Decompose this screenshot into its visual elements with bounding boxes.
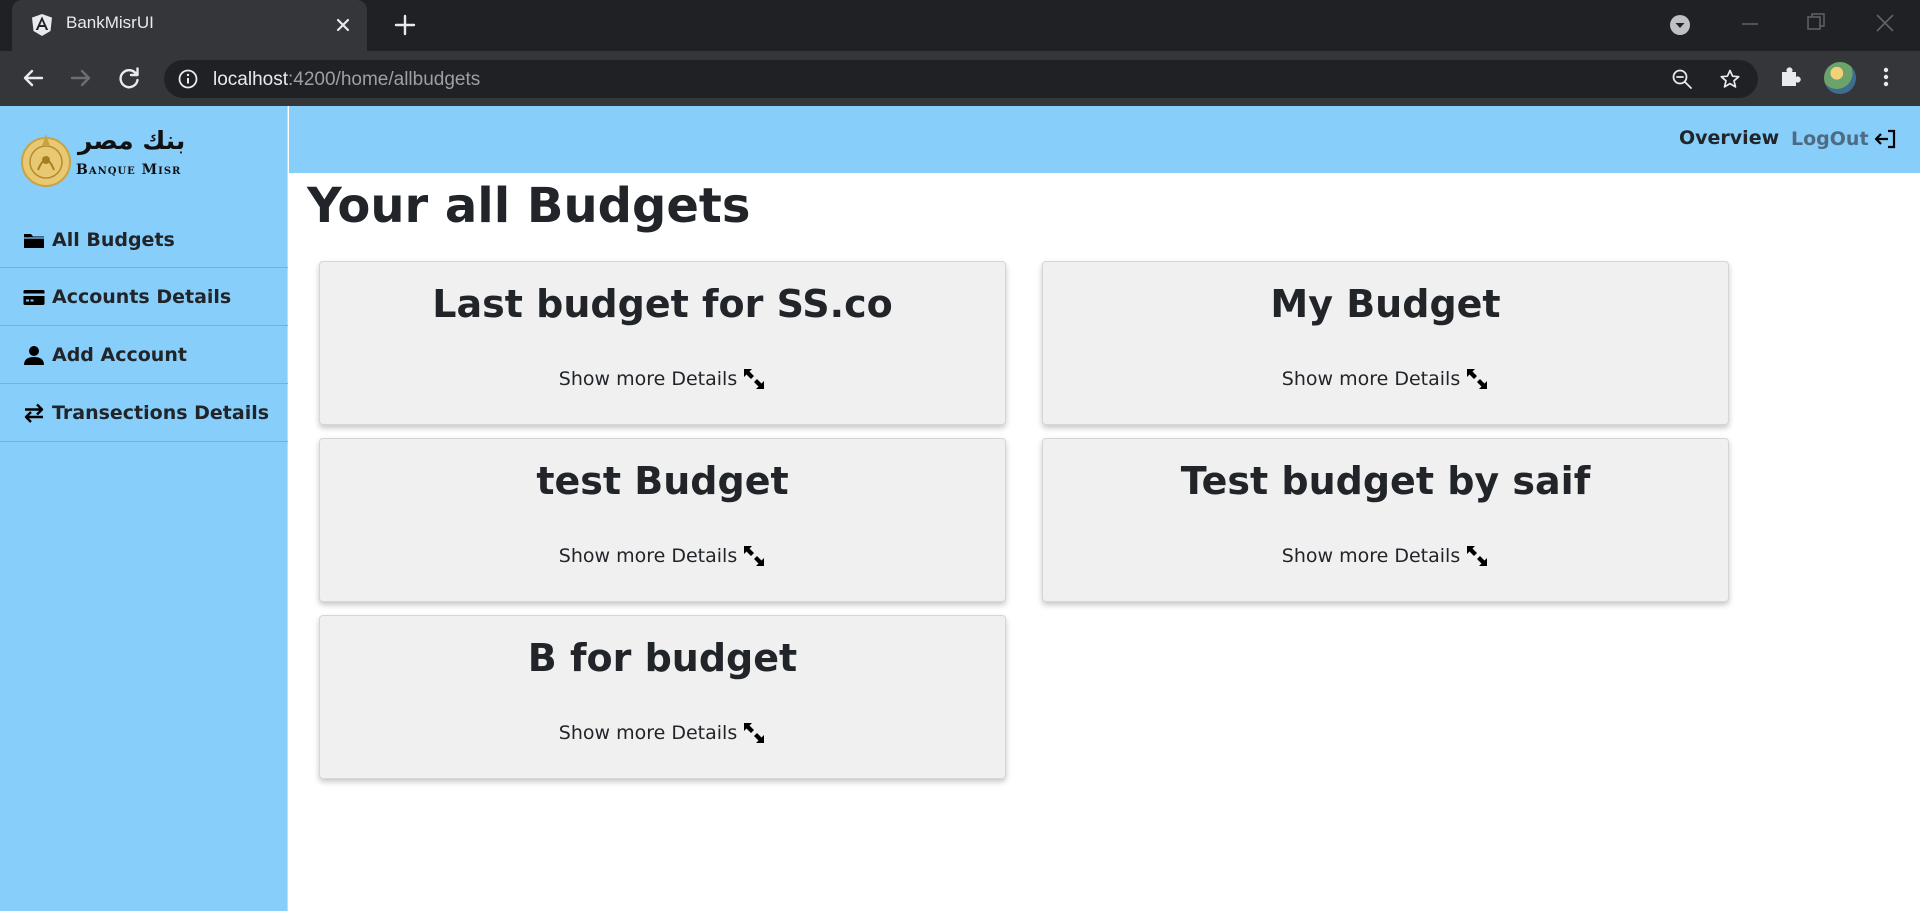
credit-card-icon xyxy=(23,289,45,305)
show-more-details-label: Show more Details xyxy=(1281,368,1461,390)
restore-window-icon[interactable] xyxy=(1804,10,1828,34)
budget-card-title: B for budget xyxy=(527,636,798,680)
budget-card: Last budget for SS.co Show more Details xyxy=(319,261,1006,425)
sidebar-item-all-budgets[interactable]: All Budgets xyxy=(0,212,288,268)
show-more-details-link[interactable]: Show more Details xyxy=(1043,544,1728,568)
site-info-icon[interactable] xyxy=(178,69,198,89)
expand-arrows-icon xyxy=(1467,546,1488,566)
angular-logo-icon xyxy=(32,14,52,36)
new-tab-plus-icon[interactable] xyxy=(392,12,418,38)
url-path: :4200/home/allbudgets xyxy=(288,69,481,90)
top-nav-bar: Overview LogOut xyxy=(289,106,1920,173)
expand-arrows-icon xyxy=(744,369,765,389)
budget-card-title: test Budget xyxy=(536,459,789,503)
show-more-details-label: Show more Details xyxy=(558,368,738,390)
folder-icon xyxy=(24,233,44,248)
budget-card: test Budget Show more Details xyxy=(319,438,1006,602)
profile-avatar[interactable] xyxy=(1824,62,1856,94)
forward-arrow-icon[interactable] xyxy=(66,63,96,93)
tab-search-icon[interactable] xyxy=(1668,13,1692,37)
budget-card: My Budget Show more Details xyxy=(1042,261,1729,425)
sidebar-item-label: Transections Details xyxy=(52,401,270,424)
sidebar-nav: All Budgets Accounts Details Add Account xyxy=(0,212,288,442)
zoom-out-icon[interactable] xyxy=(1671,68,1693,90)
show-more-details-link[interactable]: Show more Details xyxy=(320,367,1005,391)
extensions-puzzle-icon[interactable] xyxy=(1776,63,1804,91)
browser-toolbar: localhost:4200/home/allbudgets xyxy=(0,51,1920,106)
tab-title: BankMisrUI xyxy=(66,13,154,32)
close-tab-icon[interactable] xyxy=(332,14,354,36)
minimize-icon[interactable] xyxy=(1738,12,1762,36)
logout-link[interactable]: LogOut xyxy=(1791,127,1897,151)
browser-tab-strip: BankMisrUI xyxy=(0,0,1920,51)
sidebar-item-transections-details[interactable]: Transections Details xyxy=(0,384,288,442)
logout-label: LogOut xyxy=(1791,128,1869,150)
sidebar-item-label: Accounts Details xyxy=(52,285,232,308)
sidebar-item-label: Add Account xyxy=(52,343,187,366)
sidebar-item-accounts-details[interactable]: Accounts Details xyxy=(0,268,288,326)
banque-misr-logo[interactable]: بنك مصر Banque Misr xyxy=(20,124,190,194)
sidebar-item-add-account[interactable]: Add Account xyxy=(0,326,288,384)
expand-arrows-icon xyxy=(1467,369,1488,389)
bank-emblem-icon xyxy=(21,134,71,187)
overview-link[interactable]: Overview xyxy=(1679,127,1779,149)
page-title: Your all Budgets xyxy=(307,178,751,234)
browser-tab[interactable]: BankMisrUI xyxy=(12,0,367,51)
expand-arrows-icon xyxy=(744,546,765,566)
logo-english-text: Banque Misr xyxy=(76,162,182,178)
sidebar: بنك مصر Banque Misr All Budgets Accounts… xyxy=(0,106,288,911)
sign-out-icon xyxy=(1874,129,1895,149)
show-more-details-link[interactable]: Show more Details xyxy=(1043,367,1728,391)
address-bar[interactable]: localhost:4200/home/allbudgets xyxy=(164,60,1758,98)
budget-card-title: Test budget by saif xyxy=(1180,459,1591,503)
budget-card: Test budget by saif Show more Details xyxy=(1042,438,1729,602)
exchange-arrows-icon xyxy=(24,403,44,423)
show-more-details-label: Show more Details xyxy=(1281,545,1461,567)
show-more-details-link[interactable]: Show more Details xyxy=(320,721,1005,745)
more-menu-icon[interactable] xyxy=(1872,63,1900,91)
show-more-details-link[interactable]: Show more Details xyxy=(320,544,1005,568)
reload-icon[interactable] xyxy=(114,63,144,93)
back-arrow-icon[interactable] xyxy=(18,63,48,93)
budget-card-title: Last budget for SS.co xyxy=(432,282,893,326)
sidebar-item-label: All Budgets xyxy=(52,228,175,251)
logo-arabic-text: بنك مصر xyxy=(78,126,186,155)
budget-card: B for budget Show more Details xyxy=(319,615,1006,779)
close-window-icon[interactable] xyxy=(1872,10,1898,36)
show-more-details-label: Show more Details xyxy=(558,722,738,744)
url-host: localhost xyxy=(213,69,288,90)
expand-arrows-icon xyxy=(744,723,765,743)
show-more-details-label: Show more Details xyxy=(558,545,738,567)
bookmark-star-icon[interactable] xyxy=(1719,68,1741,90)
budget-card-title: My Budget xyxy=(1270,282,1501,326)
user-icon xyxy=(24,345,44,365)
url-text: localhost:4200/home/allbudgets xyxy=(213,69,480,91)
